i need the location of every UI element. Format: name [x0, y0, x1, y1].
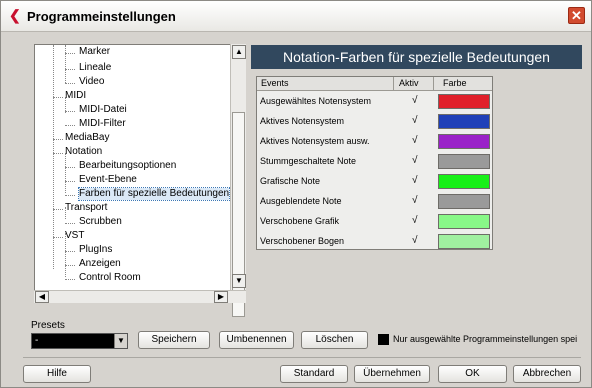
tree-item-anzeigen[interactable]: Anzeigen [79, 258, 121, 270]
tree-item-midi-datei[interactable]: MIDI-Datei [79, 104, 127, 116]
tree-item-farben-spezielle-bedeutungen[interactable]: Farben für spezielle Bedeutungen [77, 187, 231, 201]
apply-button[interactable]: Übernehmen [354, 365, 430, 383]
tree-item-midi[interactable]: MIDI [65, 90, 86, 102]
only-selected-checkbox[interactable] [378, 334, 389, 345]
presets-dropdown[interactable]: - ▼ [31, 333, 128, 349]
active-checkmark[interactable]: √ [412, 215, 418, 226]
tree-item-control-room[interactable]: Control Room [79, 272, 141, 284]
tree-item-plugins[interactable]: PlugIns [79, 244, 112, 256]
active-checkmark[interactable]: √ [412, 195, 418, 206]
help-button[interactable]: Hilfe [23, 365, 91, 383]
tree-item-event-ebene[interactable]: Event-Ebene [79, 174, 137, 186]
window-title: Programmeinstellungen [27, 9, 176, 24]
active-checkmark[interactable]: √ [412, 235, 418, 246]
color-swatch[interactable] [438, 114, 490, 129]
tree-vertical-scrollbar[interactable]: ▲ ▼ [230, 44, 246, 317]
color-swatch[interactable] [438, 194, 490, 209]
event-name: Aktives Notensystem [260, 116, 345, 126]
color-swatch[interactable] [438, 234, 490, 249]
page-title: Notation-Farben für spezielle Bedeutunge… [251, 45, 582, 69]
preferences-tree: Marker Lineale Video MIDI MIDI-Datei MID… [34, 44, 246, 303]
table-header: Events Aktiv Farbe [257, 77, 492, 91]
active-checkmark[interactable]: √ [412, 95, 418, 106]
scroll-down-arrow-icon[interactable]: ▼ [232, 274, 246, 288]
scroll-right-arrow-icon[interactable]: ▶ [214, 291, 228, 303]
tree-item-marker[interactable]: Marker [79, 46, 110, 58]
cancel-button[interactable]: Abbrechen [513, 365, 581, 383]
event-name: Ausgewähltes Notensystem [260, 96, 372, 106]
close-button[interactable]: ✕ [568, 7, 585, 24]
color-swatch[interactable] [438, 94, 490, 109]
color-swatch[interactable] [438, 214, 490, 229]
table-row[interactable]: Ausgewähltes Notensystem √ [257, 91, 492, 111]
tree-item-scrubben[interactable]: Scrubben [79, 216, 122, 228]
tree-item-lineale[interactable]: Lineale [79, 62, 111, 74]
table-row[interactable]: Verschobener Bogen √ [257, 231, 492, 251]
tree-item-midi-filter[interactable]: MIDI-Filter [79, 118, 126, 130]
active-checkmark[interactable]: √ [412, 175, 418, 186]
standard-button[interactable]: Standard [280, 365, 348, 383]
tree-item-bearbeitungsoptionen[interactable]: Bearbeitungsoptionen [79, 160, 176, 172]
preferences-dialog: ❮ Programmeinstellungen ✕ Marker Lineale… [0, 0, 592, 388]
tree-item-mediabay[interactable]: MediaBay [65, 132, 109, 144]
event-name: Verschobener Bogen [260, 236, 345, 246]
table-row[interactable]: Aktives Notensystem √ [257, 111, 492, 131]
tree-item-notation[interactable]: Notation [65, 146, 102, 158]
presets-label: Presets [31, 320, 65, 331]
tree-horizontal-scrollbar[interactable]: ◀ ▶ [34, 290, 246, 303]
delete-preset-button[interactable]: Löschen [301, 331, 368, 349]
presets-value: - [35, 335, 39, 346]
tree-item-vst[interactable]: VST [65, 230, 84, 242]
tree-item-video[interactable]: Video [79, 76, 104, 88]
table-row[interactable]: Grafische Note √ [257, 171, 492, 191]
table-row[interactable]: Ausgeblendete Note √ [257, 191, 492, 211]
scroll-left-arrow-icon[interactable]: ◀ [35, 291, 49, 303]
tree-item-transport[interactable]: Transport [65, 202, 107, 214]
title-bar: ❮ Programmeinstellungen ✕ [1, 1, 591, 32]
only-selected-label: Nur ausgewählte Programmeinstellungen sp… [393, 334, 578, 344]
color-swatch[interactable] [438, 134, 490, 149]
column-header-aktiv: Aktiv [399, 78, 419, 88]
table-row[interactable]: Aktives Notensystem ausw. √ [257, 131, 492, 151]
active-checkmark[interactable]: √ [412, 115, 418, 126]
color-swatch[interactable] [438, 154, 490, 169]
event-name: Verschobene Grafik [260, 216, 340, 226]
ok-button[interactable]: OK [438, 365, 507, 383]
rename-preset-button[interactable]: Umbenennen [219, 331, 294, 349]
column-header-farbe: Farbe [443, 78, 467, 88]
table-row[interactable]: Verschobene Grafik √ [257, 211, 492, 231]
table-row[interactable]: Stummgeschaltete Note √ [257, 151, 492, 171]
active-checkmark[interactable]: √ [412, 155, 418, 166]
notation-colors-table: Events Aktiv Farbe Ausgewähltes Notensys… [256, 76, 493, 250]
color-swatch[interactable] [438, 174, 490, 189]
event-name: Ausgeblendete Note [260, 196, 342, 206]
cubase-icon: ❮ [9, 7, 21, 23]
active-checkmark[interactable]: √ [412, 135, 418, 146]
event-name: Grafische Note [260, 176, 321, 186]
event-name: Stummgeschaltete Note [260, 156, 357, 166]
divider [23, 357, 581, 358]
save-preset-button[interactable]: Speichern [138, 331, 210, 349]
chevron-down-icon[interactable]: ▼ [114, 334, 127, 348]
event-name: Aktives Notensystem ausw. [260, 136, 370, 146]
column-header-events: Events [261, 78, 289, 88]
scroll-up-arrow-icon[interactable]: ▲ [232, 45, 246, 59]
